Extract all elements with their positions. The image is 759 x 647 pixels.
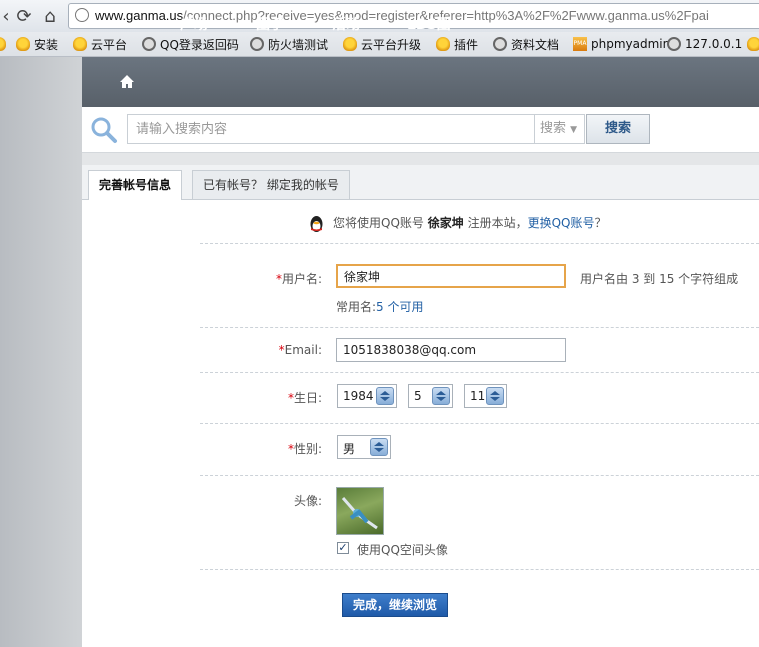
page-globe-icon	[75, 8, 89, 22]
username-input[interactable]	[336, 264, 566, 288]
tab-strip	[82, 165, 759, 200]
qq-penguin-icon	[308, 215, 325, 233]
bookmark-item[interactable]: 云平台	[73, 35, 127, 53]
bookmark-item[interactable]: 资料文档	[493, 35, 559, 53]
globe-icon	[493, 37, 507, 51]
bookmark-item[interactable]: 127.0.0.1	[667, 35, 742, 53]
qq-nickname: 徐家坤	[427, 216, 464, 230]
qq-register-notice: 您将使用QQ账号 徐家坤 注册本站，更换QQ账号？	[308, 212, 607, 234]
globe-icon	[142, 37, 156, 51]
search-scope-label: 搜索	[540, 121, 567, 136]
gender-select[interactable]: 男	[337, 435, 391, 459]
search-scope-select[interactable]: 搜索 ▼	[535, 114, 585, 144]
birth-year-select[interactable]: 1984	[337, 384, 397, 408]
chevron-down-icon: ▼	[570, 125, 578, 135]
nav-circles[interactable]: 圈子	[256, 0, 284, 50]
site-nav	[82, 57, 759, 107]
bookmark-item[interactable]: 安装	[16, 35, 58, 53]
common-names-link[interactable]: 5 个可用	[376, 300, 423, 314]
divider	[200, 243, 759, 244]
use-qzone-avatar-checkbox[interactable]: ✓	[337, 542, 349, 554]
email-field[interactable]	[336, 338, 566, 362]
use-qzone-avatar-label: 使用QQ空间头像	[357, 543, 448, 557]
spacer	[82, 153, 759, 165]
search-bar: 搜索 ▼ 搜索	[82, 107, 759, 153]
pma-icon: PMA	[573, 37, 587, 51]
birthday-label: *生日:	[287, 391, 322, 405]
search-icon	[90, 116, 118, 144]
home-icon[interactable]	[118, 73, 136, 91]
email-label: *Email:	[278, 343, 322, 357]
home-icon[interactable]: ⌂	[40, 6, 60, 27]
divider	[200, 372, 759, 373]
divider	[200, 423, 759, 424]
divider	[200, 327, 759, 328]
star-icon	[747, 37, 759, 51]
bookmark-item[interactable]: PMA phpmyadmin	[573, 35, 670, 53]
birth-month-select[interactable]: 5	[408, 384, 453, 408]
avatar-label: 头像:	[293, 494, 322, 508]
spinner-arrows-icon	[486, 387, 504, 405]
bookmark-item[interactable]	[747, 35, 759, 53]
star-icon	[73, 37, 87, 51]
divider	[200, 475, 759, 476]
reload-icon[interactable]: ⟳	[14, 6, 34, 27]
gender-label: *性别:	[287, 442, 322, 456]
page-left-margin	[0, 57, 82, 647]
tab-bind-existing[interactable]: 已有帐号？ 绑定我的帐号	[192, 170, 350, 199]
submit-button[interactable]: 完成，继续浏览	[342, 593, 448, 617]
username-label: *用户名:	[275, 272, 322, 286]
url-host: www.ganma.us	[95, 8, 184, 23]
nav-plaza[interactable]: 广场	[180, 0, 208, 50]
spinner-arrows-icon	[370, 438, 388, 456]
bookmark-partial[interactable]	[0, 35, 10, 53]
search-input[interactable]	[127, 114, 535, 144]
birth-day-select[interactable]: 11	[464, 384, 507, 408]
star-icon	[0, 37, 6, 51]
change-qq-link[interactable]: 更换QQ账号	[528, 216, 595, 230]
nav-lbs[interactable]: LBS圈	[407, 0, 451, 50]
tab-complete-account[interactable]: 完善帐号信息	[88, 170, 183, 200]
star-icon	[16, 37, 30, 51]
divider	[200, 569, 759, 570]
globe-icon	[667, 37, 681, 51]
username-hint: 用户名由 3 到 15 个字符组成	[580, 272, 739, 286]
nav-events[interactable]: 活动	[332, 0, 360, 50]
spinner-arrows-icon	[432, 387, 450, 405]
avatar	[336, 487, 384, 535]
spinner-arrows-icon	[376, 387, 394, 405]
search-button[interactable]: 搜索	[586, 114, 650, 144]
bookmarks-bar: 安装 云平台 QQ登录返回码 防火墙测试 云平台升级 插件 资料文档 PMA ph…	[0, 32, 759, 57]
common-names: 常用名:5 个可用	[336, 300, 424, 314]
